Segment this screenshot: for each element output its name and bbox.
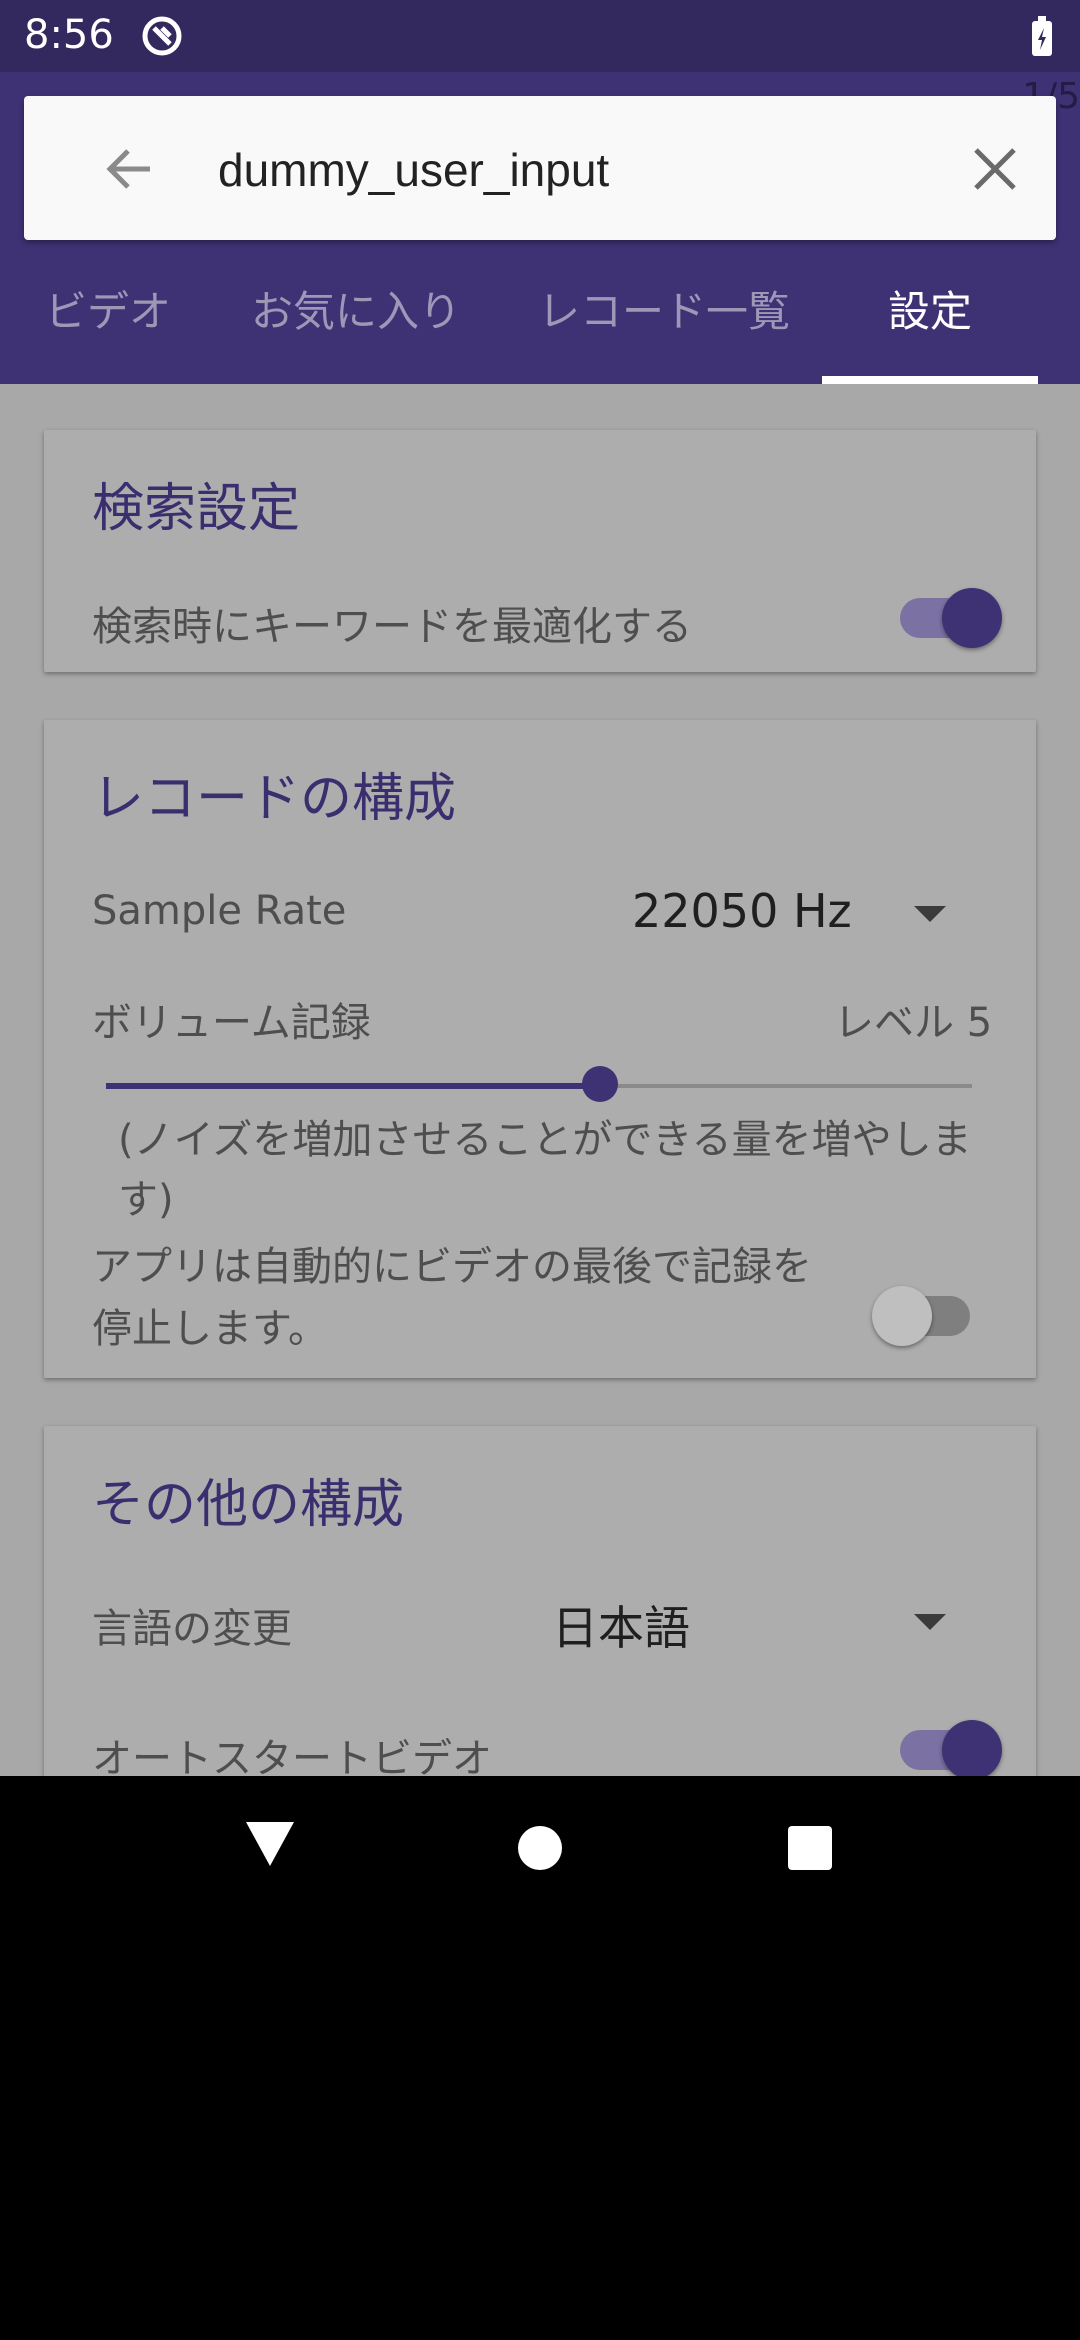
toggle-thumb — [872, 1286, 932, 1346]
search-settings-card: 検索設定 検索時にキーワードを最適化する — [44, 430, 1036, 672]
app-notification-icon — [142, 16, 182, 56]
record-settings-title: レコードの構成 — [92, 769, 457, 829]
search-settings-title: 検索設定 — [92, 479, 301, 539]
navigation-bar — [0, 1776, 1080, 1916]
search-input[interactable] — [216, 134, 920, 206]
volume-slider[interactable] — [106, 1066, 972, 1106]
close-icon[interactable] — [968, 142, 1022, 196]
tab-records[interactable]: レコード一覧 — [508, 240, 820, 384]
other-settings-card: その他の構成 言語の変更 日本語 オートスタートビデオ — [44, 1426, 1036, 1776]
chevron-down-icon[interactable] — [914, 906, 946, 922]
auto-stop-toggle[interactable] — [872, 1280, 976, 1346]
slider-fill — [106, 1083, 600, 1089]
sample-rate-label: Sample Rate — [92, 888, 347, 934]
auto-stop-label: アプリは自動的にビデオの最後で記録を停止します。 — [92, 1244, 812, 1352]
language-dropdown[interactable]: 日本語 — [552, 1592, 690, 1658]
tab-favorites[interactable]: お気に入り — [232, 240, 480, 384]
volume-level-value: レベル 5 — [834, 1000, 993, 1046]
autostart-toggle[interactable] — [900, 1714, 1002, 1776]
volume-note: (ノイズを増加させることができる量を増やします) — [118, 1117, 972, 1223]
settings-content: 検索設定 検索時にキーワードを最適化する レコードの構成 Sample Rate… — [0, 384, 1080, 1776]
nav-home-icon[interactable] — [518, 1826, 562, 1870]
sample-rate-dropdown[interactable]: 22050 Hz — [632, 884, 852, 938]
optimize-keyword-label: 検索時にキーワードを最適化する — [92, 604, 692, 650]
battery-icon — [1032, 16, 1052, 56]
nav-recents-icon[interactable] — [788, 1826, 832, 1870]
tab-indicator — [822, 376, 1038, 384]
slider-thumb[interactable] — [581, 1066, 618, 1102]
toggle-thumb — [942, 1720, 1002, 1776]
nav-back-icon[interactable] — [244, 1820, 296, 1868]
tab-bar: ビデオ お気に入り レコード一覧 設定 — [0, 240, 1080, 384]
status-bar: 8:56 — [0, 0, 1080, 72]
toggle-thumb — [942, 588, 1002, 648]
tab-video[interactable]: ビデオ — [0, 240, 216, 384]
language-label: 言語の変更 — [92, 1606, 292, 1652]
autostart-label: オートスタートビデオ — [92, 1736, 492, 1776]
search-bar — [24, 96, 1056, 240]
optimize-keyword-toggle[interactable] — [900, 582, 1002, 648]
status-time: 8:56 — [24, 12, 114, 58]
back-arrow-icon[interactable] — [102, 142, 156, 196]
tab-settings[interactable]: 設定 — [822, 240, 1038, 384]
record-settings-card: レコードの構成 Sample Rate 22050 Hz ボリューム記録 レベル… — [44, 720, 1036, 1378]
volume-record-label: ボリューム記録 — [92, 1000, 371, 1046]
chevron-down-icon[interactable] — [914, 1614, 946, 1630]
other-settings-title: その他の構成 — [92, 1475, 405, 1535]
